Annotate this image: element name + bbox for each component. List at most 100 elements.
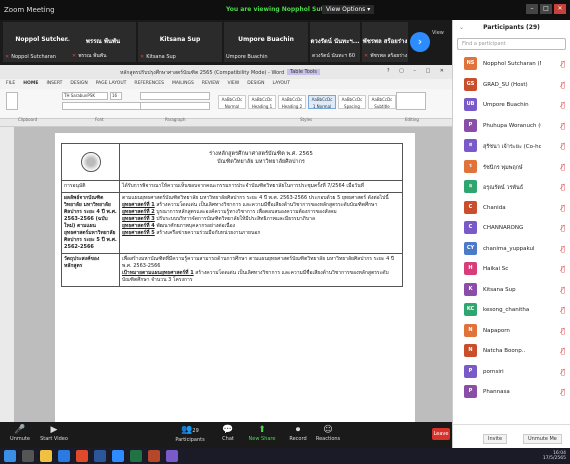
participant-row[interactable]: NS Nopphol Sutcharan (Me) 🎙̸ <box>453 54 570 75</box>
start-menu-icon[interactable] <box>4 450 16 462</box>
start-video-button[interactable]: ▶ Start Video <box>36 424 72 442</box>
avatar: P <box>464 118 477 132</box>
style-option[interactable]: AaBbCcDc 1 Normal <box>308 95 336 109</box>
font-size-box[interactable]: 16 <box>110 92 122 100</box>
ribbon-tab[interactable]: LAYOUT <box>273 81 290 87</box>
participant-row[interactable]: ร รัชนีกร พุ่มพฤกษ์ 🎙̸ <box>453 157 570 178</box>
font-name-box[interactable]: TH SarabunPSK <box>62 92 108 100</box>
style-option[interactable]: AaBbCcDc Spacing <box>338 95 366 109</box>
muted-mic-icon: ✕ <box>140 54 145 60</box>
participants-count: 29 <box>192 428 199 434</box>
reactions-button[interactable]: ☺ Reactions <box>310 424 346 442</box>
style-option[interactable]: AaBbCcDc Subtitle <box>368 95 396 109</box>
participant-row[interactable]: N Natcha Boonp.. 🎙̸ <box>453 341 570 362</box>
editing-buttons[interactable] <box>396 92 426 110</box>
word-title-bar: หลักสูตรปรับปรุงศึกษาศาสตร์บัณฑิต 2565 (… <box>0 65 452 79</box>
group-label-editing: Editing <box>405 117 419 122</box>
strategy-text: สร้างความโดดเด่น เป็นเลิศทางวิชาการ และค… <box>156 202 378 208</box>
strategy-text: ปรับระบบบริหารจัดการบัณฑิตวิทยาลัยให้มีป… <box>156 216 316 222</box>
participant-row[interactable]: K Kitsana Sup 🎙̸ <box>453 280 570 301</box>
participant-row[interactable]: H Haikai Sc 🎙̸ <box>453 259 570 280</box>
row-label: ผลลัพธ์จากบัณฑิตวิทยาลัย มหาวิทยาลัยศิลป… <box>61 192 120 254</box>
invite-button[interactable]: Invite <box>483 434 508 444</box>
view-button[interactable]: View <box>432 30 444 36</box>
muted-mic-icon: 🎙̸ <box>560 388 565 396</box>
thumbnail-name: พัชรพล สร้อยร่าง <box>362 38 408 45</box>
alignment-buttons[interactable] <box>140 102 210 110</box>
new-share-button[interactable]: ⬆ New Share <box>240 424 284 442</box>
row-content: เพื่อสร้างมหาบัณฑิตที่มีความรู้ความสามาร… <box>119 253 403 287</box>
search-icon[interactable] <box>22 450 34 462</box>
view-options-button[interactable]: View Options ▾ <box>322 5 375 14</box>
close-icon[interactable]: ✕ <box>554 4 566 14</box>
strategy-text: ตามแผนยุทธศาสตร์บัณฑิตวิทยาลัย มหาวิทยาล… <box>122 195 389 201</box>
participant-row[interactable]: UB Umpore Buachin 🎙̸ <box>453 95 570 116</box>
participant-row[interactable]: GS GRAD_SU (Host) 🎙̸ <box>453 75 570 96</box>
participant-row[interactable]: CY chanima_yuppakul 🎙̸ <box>453 239 570 260</box>
style-option[interactable]: AaBbCcDc Normal <box>218 95 246 109</box>
thumbnail-label: ดวงรัตน์ นันทะฯ 60 <box>312 53 356 59</box>
ribbon-tab[interactable]: FILE <box>6 81 15 87</box>
muted-mic-icon: 🎙̸ <box>560 306 565 314</box>
strategy-text: เพื่อสร้างมหาบัณฑิตที่มีความรู้ความสามาร… <box>122 256 395 269</box>
group-label-styles: Styles <box>300 117 313 122</box>
participant-row[interactable]: N Napaporn 🎙̸ <box>453 321 570 342</box>
ribbon-tab[interactable]: REFERENCES <box>134 81 164 87</box>
avatar: NS <box>464 57 477 70</box>
paragraph-buttons[interactable] <box>140 92 210 100</box>
maximize-icon[interactable]: □ <box>540 4 552 14</box>
video-thumbnail[interactable]: Umpore Buachin Umpore Buachin <box>224 22 308 62</box>
powerpoint-icon[interactable] <box>148 450 160 462</box>
ribbon-tab[interactable]: INSERT <box>46 81 62 87</box>
row-paragraph: ตามแผนยุทธศาสตร์บัณฑิตวิทยาลัย มหาวิทยาล… <box>122 195 400 202</box>
ribbon-tab[interactable]: PAGE LAYOUT <box>96 81 127 87</box>
participant-row[interactable]: P Phuhupa Woranuch (Co-host) 🎙̸ <box>453 116 570 137</box>
unmute-me-button[interactable]: Unmute Me <box>523 434 562 444</box>
minimize-icon[interactable]: – <box>526 4 538 14</box>
document-page[interactable]: ร่างหลักสูตรศึกษาศาสตร์บัณฑิต พ.ศ. 2565 … <box>55 133 415 422</box>
word-window-controls[interactable]: ? ▢ – □ ✕ <box>387 68 448 74</box>
muted-mic-icon: 🎙̸ <box>560 285 565 294</box>
chrome-icon[interactable] <box>76 450 88 462</box>
participant-row[interactable]: C Chanida 🎙̸ <box>453 198 570 219</box>
participant-row[interactable]: Ppornsiri 🎙̸ <box>453 362 570 383</box>
ribbon-tab[interactable]: MAILINGS <box>172 81 194 87</box>
zoom-window: Zoom Meeting You are viewing Nopphol Sut… <box>0 0 570 464</box>
style-option[interactable]: AaBbCcDc Heading 2 <box>278 95 306 109</box>
paste-icon[interactable] <box>6 92 18 110</box>
edge-icon[interactable] <box>58 450 70 462</box>
style-option[interactable]: AaBbCcDc Heading 1 <box>248 95 276 109</box>
unmute-button[interactable]: 🎤 Unmute <box>2 424 38 442</box>
participants-button[interactable]: 👥29 Participants <box>168 424 212 443</box>
font-format-buttons[interactable] <box>62 102 152 110</box>
ribbon: TH SarabunPSK 16 AaBbCcDc Normal AaBbCcDc H… <box>0 89 452 122</box>
ribbon-tab[interactable]: VIEW <box>227 81 239 87</box>
zoom-icon[interactable] <box>112 450 124 462</box>
participant-row[interactable]: P Phannasa 🎙̸ <box>453 382 570 403</box>
participant-row[interactable]: C CHANNARONG 🎙̸ <box>453 218 570 239</box>
video-thumbnail[interactable]: ดวงรัตน์ นันทะฯ... ดวงรัตน์ นันทะฯ 60 <box>310 22 360 62</box>
file-explorer-icon[interactable] <box>40 450 52 462</box>
participant-search-input[interactable]: Find a participant <box>457 38 566 50</box>
participants-panel: ⌄ Participants (29) Find a participant N… <box>452 20 570 448</box>
strategy-text: บูรณาการหลักสูตรและองค์ความรู้ทางวิชาการ… <box>156 209 337 215</box>
video-thumbnail[interactable]: พัชรพล สร้อยร่าง ✕ พัชรพล สร้อยร่าง <box>362 22 408 62</box>
strategy-lead: เป้าหมายตามแผนยุทธศาสตร์ที่ 1 <box>122 270 194 276</box>
ribbon-tab[interactable]: DESIGN <box>247 81 264 87</box>
word-icon[interactable] <box>94 450 106 462</box>
ribbon-tab[interactable]: HOME <box>23 81 38 87</box>
ribbon-tab[interactable]: REVIEW <box>202 81 220 87</box>
collapse-icon[interactable]: ⌄ <box>459 20 464 36</box>
shared-screen: หลักสูตรปรับปรุงศึกษาศาสตร์บัณฑิต 2565 (… <box>0 65 452 422</box>
participant-row[interactable]: อ อรุณรัตน์ วรพันธ์ 🎙̸ <box>453 177 570 198</box>
app-icon[interactable] <box>166 450 178 462</box>
next-page-arrow-icon[interactable]: › <box>410 32 430 52</box>
video-thumbnail[interactable]: พรรณ พ้นพัน ✕ พรรณ พ้นพัน <box>70 22 136 62</box>
participant-row[interactable]: KC kesong_chanitha 🎙̸ <box>453 300 570 321</box>
group-label-paragraph: Paragraph <box>165 117 186 122</box>
participant-row[interactable]: ส สุรัชนา เจ้าระยะ (Co-host) 🎙̸ <box>453 136 570 157</box>
excel-icon[interactable] <box>130 450 142 462</box>
video-thumbnail[interactable]: Kitsana Sup ✕ Kitsana Sup <box>138 22 222 62</box>
leave-button[interactable]: Leave <box>432 428 450 440</box>
ribbon-tab[interactable]: DESIGN <box>70 81 87 87</box>
